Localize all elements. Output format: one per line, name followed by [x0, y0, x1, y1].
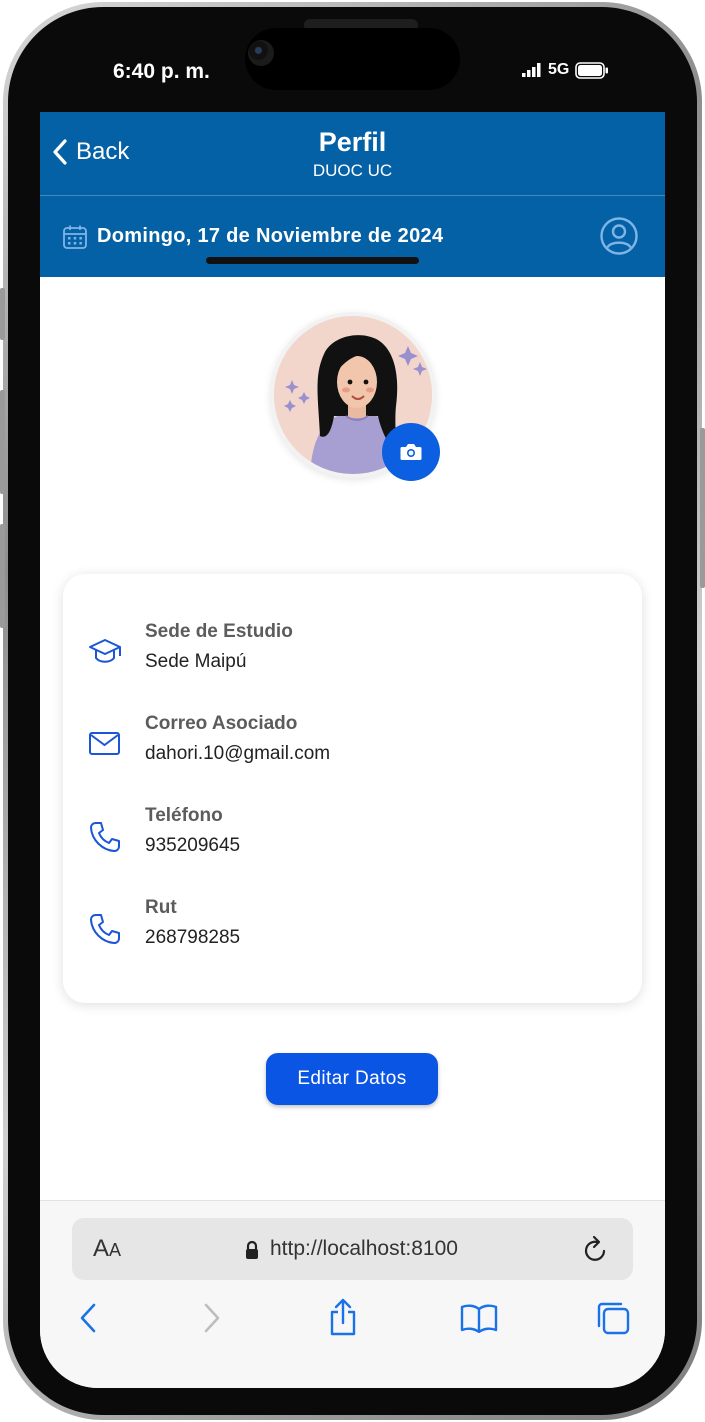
signal-icon	[522, 63, 541, 77]
mail-icon	[89, 732, 120, 755]
calendar-icon	[63, 225, 87, 249]
phone-icon	[90, 914, 120, 944]
info-label: Correo Asociado	[145, 713, 298, 734]
battery-icon	[575, 61, 609, 79]
tabs-icon[interactable]	[595, 1300, 631, 1336]
address-bar[interactable]: AA http://localhost:8100	[72, 1218, 633, 1280]
date-bar: Domingo, 17 de Noviembre de 2024	[40, 196, 665, 277]
page-title: Perfil	[318, 127, 387, 157]
graduation-cap-icon	[89, 639, 121, 663]
current-date: Domingo, 17 de Noviembre de 2024	[97, 225, 444, 247]
side-button	[700, 428, 705, 588]
info-row-correo: Correo Asociado dahori.10@gmail.com	[63, 703, 642, 773]
status-indicators: 5G	[522, 61, 609, 79]
status-time: 6:40 p. m.	[113, 60, 210, 83]
info-label: Rut	[145, 897, 177, 918]
share-icon[interactable]	[328, 1297, 358, 1337]
reload-icon[interactable]	[582, 1234, 610, 1264]
browser-forward-icon[interactable]	[202, 1301, 222, 1335]
url-text[interactable]: http://localhost:8100	[270, 1237, 458, 1261]
change-photo-button[interactable]	[382, 423, 440, 481]
user-profile-icon[interactable]	[599, 216, 639, 256]
app-screen: Back Perfil DUOC UC Domingo, 17 de Novie…	[40, 112, 665, 1388]
phone-icon	[90, 822, 120, 852]
network-label: 5G	[548, 61, 570, 78]
bookmarks-icon[interactable]	[460, 1303, 498, 1333]
info-value: dahori.10@gmail.com	[145, 743, 331, 764]
profile-info-card: Sede de Estudio Sede Maipú Correo Asocia…	[63, 574, 642, 1003]
text-size-button[interactable]: AA	[93, 1235, 121, 1263]
page-subtitle: DUOC UC	[312, 161, 393, 180]
info-row-sede: Sede de Estudio Sede Maipú	[63, 611, 642, 681]
browser-back-icon[interactable]	[78, 1301, 98, 1335]
lock-icon	[246, 1240, 258, 1259]
info-label: Teléfono	[145, 805, 223, 826]
dynamic-island	[245, 28, 460, 90]
info-label: Sede de Estudio	[145, 621, 293, 642]
side-button	[0, 524, 5, 628]
camera-icon	[400, 444, 422, 460]
front-camera	[248, 40, 274, 66]
side-button	[0, 390, 5, 494]
browser-toolbar: AA http://localhost:8100	[40, 1200, 665, 1388]
info-row-rut: Rut 268798285	[63, 887, 642, 957]
info-value: Sede Maipú	[145, 651, 247, 672]
app-header: Back Perfil DUOC UC	[40, 112, 665, 196]
info-value: 268798285	[145, 927, 241, 948]
info-value: 935209645	[145, 835, 241, 856]
side-button	[0, 288, 5, 340]
home-indicator	[206, 257, 419, 264]
edit-data-button[interactable]: Editar Datos	[266, 1053, 438, 1105]
info-row-telefono: Teléfono 935209645	[63, 795, 642, 865]
